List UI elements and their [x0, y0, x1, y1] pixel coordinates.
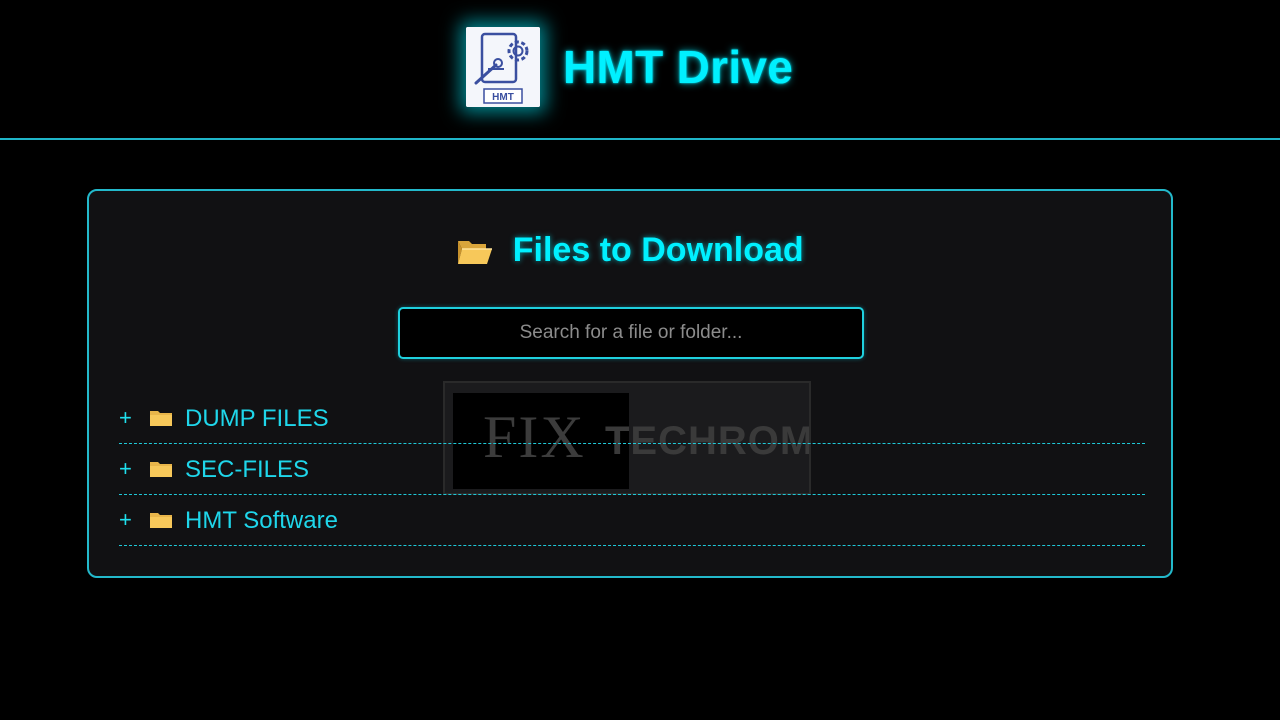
panel-heading: Files to Download — [89, 231, 1171, 277]
logo-text: HMT — [492, 92, 514, 103]
folder-icon — [150, 513, 172, 528]
site-header: HMT HMT Drive — [0, 0, 1280, 140]
plus-icon[interactable]: + — [119, 505, 135, 535]
search-input[interactable] — [398, 307, 864, 359]
panel-title: Files to Download — [512, 231, 804, 269]
folder-icon — [150, 462, 172, 477]
gear-wrench-document-icon: HMT — [466, 27, 540, 107]
folder-row-sec-files[interactable]: + SEC-FILES — [119, 444, 1145, 495]
folder-row-hmt-software[interactable]: + HMT Software — [119, 495, 1145, 546]
site-logo[interactable]: HMT — [466, 27, 540, 107]
site-title: HMT Drive — [563, 41, 794, 93]
plus-icon[interactable]: + — [119, 403, 135, 433]
folder-list: + DUMP FILES + SEC-FILES + HMT Software — [119, 393, 1145, 546]
folder-row-dump-files[interactable]: + DUMP FILES — [119, 393, 1145, 444]
folder-label[interactable]: HMT Software — [185, 507, 338, 535]
files-panel: Files to Download FIX TECHROM + DUMP FIL… — [87, 189, 1173, 578]
plus-icon[interactable]: + — [119, 454, 135, 484]
page: HMT HMT Drive Files to Download FIX TECH… — [0, 0, 1280, 720]
open-folder-icon — [458, 240, 493, 264]
folder-icon — [150, 411, 172, 426]
folder-label[interactable]: DUMP FILES — [185, 405, 329, 433]
folder-label[interactable]: SEC-FILES — [185, 456, 309, 484]
